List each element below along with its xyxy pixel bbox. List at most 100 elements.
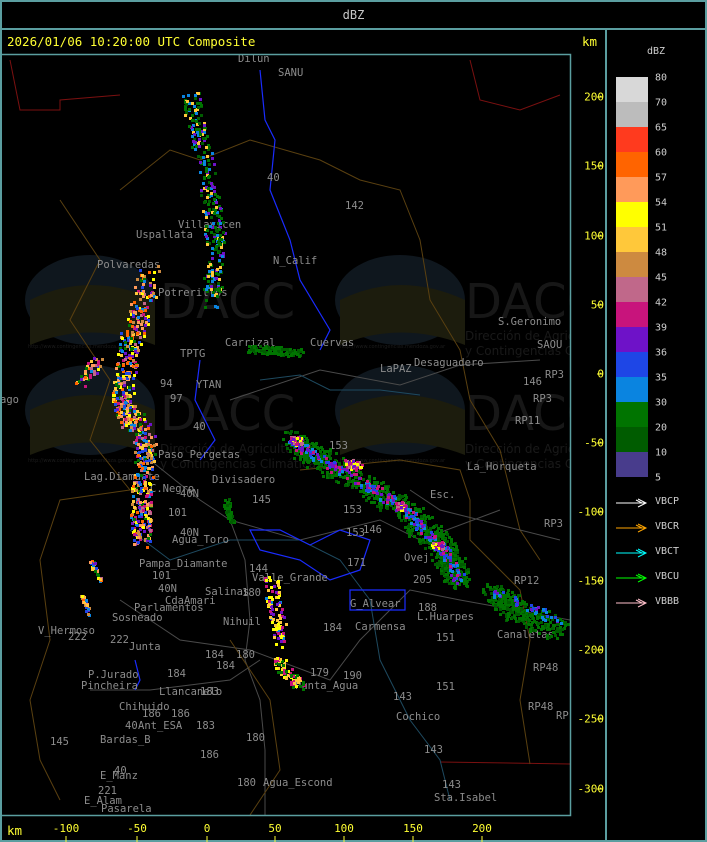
- echo-pixel: [216, 295, 219, 298]
- place-label: 186: [171, 708, 190, 720]
- echo-pixel: [150, 493, 153, 496]
- echo-pixel: [385, 491, 388, 494]
- echo-pixel: [523, 614, 526, 617]
- echo-pixel: [120, 415, 123, 418]
- watermark-url: http://www.contingencias.mendoza.gov.ar: [28, 344, 134, 350]
- echo-pixel: [319, 468, 322, 471]
- echo-pixel: [207, 159, 210, 162]
- echo-pixel: [144, 487, 147, 490]
- legend-swatch: [616, 427, 648, 452]
- legend-swatch: [616, 77, 648, 102]
- echo-pixel: [291, 668, 294, 671]
- echo-pixel: [529, 614, 532, 617]
- echo-pixel: [338, 462, 341, 465]
- echo-pixel: [564, 621, 567, 624]
- echo-pixel: [150, 501, 153, 504]
- echo-pixel: [223, 504, 226, 507]
- legend-swatch: [616, 302, 648, 327]
- echo-pixel: [187, 94, 190, 97]
- echo-pixel: [139, 423, 142, 426]
- legend-label: 20: [655, 422, 668, 434]
- echo-pixel: [129, 395, 132, 398]
- echo-pixel: [551, 627, 554, 630]
- legend-swatch: [616, 352, 648, 377]
- echo-pixel: [126, 395, 129, 398]
- watermark-url: http://www.contingencias.mendoza.gov.ar: [28, 458, 134, 464]
- watermark: DACC DACC DACC DACC Dirección de Agricul…: [25, 255, 570, 471]
- header-bar: dBZ: [0, 0, 707, 30]
- arrow-icon: [616, 498, 648, 508]
- echo-pixel: [220, 246, 223, 249]
- echo-pixel: [464, 578, 467, 581]
- echo-pixel: [293, 682, 296, 685]
- echo-pixel: [134, 451, 137, 454]
- legend-swatch: [616, 377, 648, 402]
- echo-pixel: [150, 504, 153, 507]
- echo-pixel: [142, 313, 145, 316]
- radar-map[interactable]: DACC DACC DACC DACC Dirección de Agricul…: [0, 28, 605, 842]
- echo-pixel: [537, 626, 540, 629]
- place-label: 40: [193, 421, 206, 433]
- echo-pixel: [219, 234, 222, 237]
- echo-pixel: [203, 277, 206, 280]
- place-label: Pasarela: [101, 803, 152, 815]
- echo-pixel: [135, 439, 138, 442]
- echo-pixel: [506, 595, 509, 598]
- echo-pixel: [206, 155, 209, 158]
- echo-pixel: [230, 521, 233, 524]
- place-label: 143: [393, 691, 412, 703]
- echo-pixel: [335, 452, 338, 455]
- echo-pixel: [207, 275, 210, 278]
- echo-pixel: [96, 573, 99, 576]
- echo-pixel: [134, 350, 137, 353]
- echo-pixel: [95, 567, 98, 570]
- echo-pixel: [306, 454, 309, 457]
- echo-pixel: [142, 509, 145, 512]
- echo-pixel: [503, 597, 506, 600]
- echo-pixel: [191, 135, 194, 138]
- echo-pixel: [436, 530, 439, 533]
- echo-pixel: [144, 436, 147, 439]
- echo-pixel: [506, 608, 509, 611]
- echo-pixel: [132, 500, 135, 503]
- echo-pixel: [430, 531, 433, 534]
- radar-name: VBBB: [655, 596, 680, 607]
- echo-pixel: [300, 442, 303, 445]
- echo-pixel: [214, 226, 217, 229]
- echo-pixel: [144, 449, 147, 452]
- place-label: 183: [196, 720, 215, 732]
- place-label: 186: [200, 749, 219, 761]
- echo-pixel: [84, 376, 87, 379]
- legend-label: 5: [655, 472, 662, 484]
- echo-pixel: [270, 586, 273, 589]
- echo-pixel: [131, 325, 134, 328]
- echo-pixel: [277, 346, 280, 349]
- echo-pixel: [496, 585, 499, 588]
- echo-pixel: [144, 324, 147, 327]
- echo-pixel: [285, 659, 288, 662]
- echo-pixel: [277, 671, 280, 674]
- echo-pixel: [220, 217, 223, 220]
- echo-pixel: [210, 192, 213, 195]
- echo-pixel: [556, 619, 559, 622]
- echo-pixel: [115, 367, 118, 370]
- echo-pixel: [116, 397, 119, 400]
- echo-pixel: [446, 540, 449, 543]
- echo-pixel: [442, 552, 445, 555]
- echo-pixel: [329, 448, 332, 451]
- echo-pixel: [133, 410, 136, 413]
- echo-pixel: [149, 423, 152, 426]
- echo-pixel: [114, 403, 117, 406]
- echo-pixel: [497, 602, 500, 605]
- echo-pixel: [286, 447, 289, 450]
- echo-pixel: [197, 106, 200, 109]
- echo-pixel: [272, 628, 275, 631]
- echo-pixel: [203, 160, 206, 163]
- echo-pixel: [140, 343, 143, 346]
- echo-pixel: [87, 362, 90, 365]
- echo-pixel: [211, 157, 214, 160]
- echo-pixel: [89, 374, 92, 377]
- echo-pixel: [281, 626, 284, 629]
- echo-pixel: [120, 405, 123, 408]
- echo-pixel: [560, 622, 563, 625]
